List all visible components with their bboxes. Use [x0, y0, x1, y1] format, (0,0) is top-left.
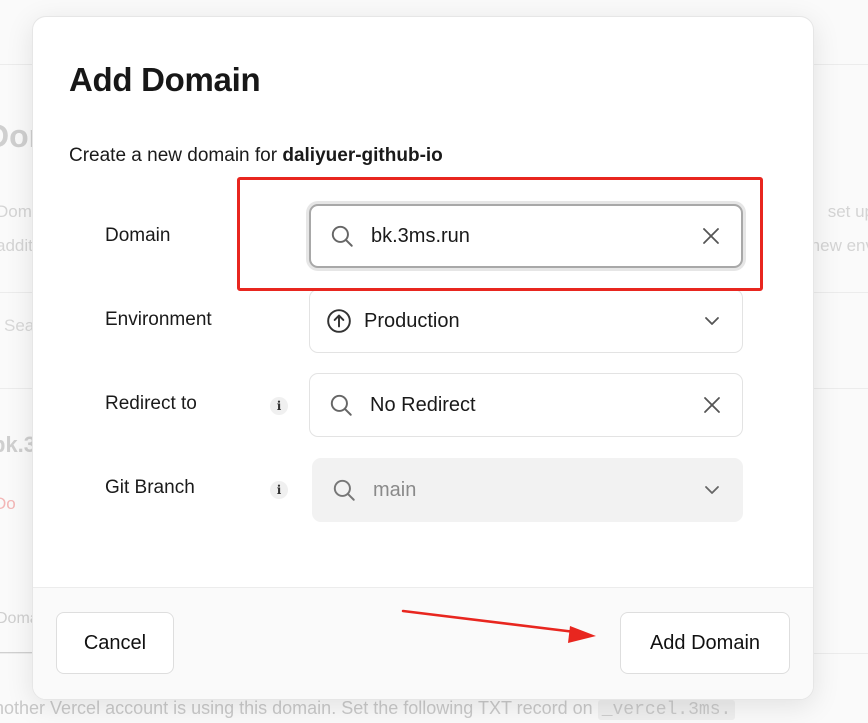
search-icon: [333, 479, 355, 501]
redirect-input[interactable]: No Redirect: [309, 373, 743, 437]
close-icon[interactable]: [700, 393, 724, 417]
txt-record-code: _vercel.3ms.: [597, 700, 736, 720]
redirect-value[interactable]: No Redirect: [370, 394, 476, 417]
dialog-footer: Cancel Add Domain: [33, 587, 813, 699]
chevron-down-icon: [705, 317, 719, 325]
subtitle-text: Create a new domain for: [69, 145, 278, 166]
environment-select[interactable]: Production: [309, 289, 743, 353]
chevron-down-icon: [705, 486, 719, 494]
git-branch-label: Git Branch: [105, 477, 195, 498]
project-name: daliyuer-github-io: [282, 145, 443, 166]
dialog-subtitle: Create a new domain for daliyuer-github-…: [69, 145, 443, 167]
environment-value: Production: [364, 309, 460, 332]
search-icon: [330, 394, 352, 416]
domain-input[interactable]: bk.3ms.run: [309, 204, 743, 268]
info-icon[interactable]: i: [270, 481, 288, 499]
add-domain-button[interactable]: Add Domain: [620, 612, 790, 674]
add-domain-dialog: Add Domain Create a new domain for daliy…: [32, 16, 814, 700]
domain-warning: Do: [0, 494, 16, 513]
search-icon: [331, 225, 353, 247]
page-description-right-line2: new env: [810, 236, 868, 255]
domain-input-value[interactable]: bk.3ms.run: [371, 225, 470, 248]
close-icon[interactable]: [699, 224, 723, 248]
git-branch-value: main: [373, 478, 417, 501]
domain-search-input[interactable]: Sea: [4, 316, 34, 336]
redirect-label: Redirect to: [105, 393, 197, 414]
domain-label: Domain: [105, 225, 171, 246]
arrow-up-circle-icon: [327, 309, 351, 333]
cancel-button[interactable]: Cancel: [56, 612, 174, 674]
git-branch-select: main: [312, 458, 743, 522]
dialog-title: Add Domain: [69, 61, 261, 98]
environment-label: Environment: [105, 309, 212, 330]
page-description-right: set up: [827, 202, 868, 221]
info-icon[interactable]: i: [270, 397, 288, 415]
txt-record-instructions: nother Vercel account is using this doma…: [0, 698, 736, 720]
txt-record-text: nother Vercel account is using this doma…: [0, 698, 593, 718]
